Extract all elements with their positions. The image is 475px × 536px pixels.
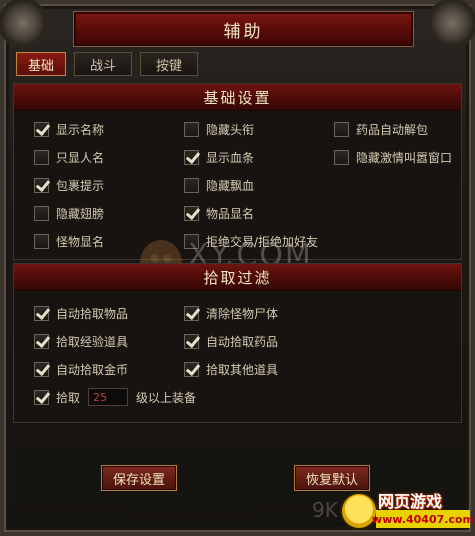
basic-settings-header: 基础设置 bbox=[14, 84, 461, 111]
checkbox[interactable] bbox=[184, 305, 199, 321]
tab-hotkey[interactable]: 按键 bbox=[140, 52, 198, 76]
option-hide-wings[interactable]: 隐藏翅膀 bbox=[34, 204, 104, 222]
option-auto-pickup-potions[interactable]: 自动拾取药品 bbox=[184, 332, 278, 350]
option-show-player-names-only[interactable]: 只显人名 bbox=[34, 148, 104, 166]
option-label: 怪物显名 bbox=[56, 234, 105, 249]
option-pickup-other-items[interactable]: 拾取其他道具 bbox=[184, 360, 278, 378]
option-show-hp-bar[interactable]: 显示血条 bbox=[184, 148, 254, 166]
option-pickup-level-equipment[interactable]: 拾取 级以上装备 bbox=[34, 388, 196, 406]
option-label: 自动拾取物品 bbox=[56, 306, 129, 321]
option-label: 隐藏飘血 bbox=[206, 178, 255, 193]
option-label: 只显人名 bbox=[56, 150, 105, 165]
option-label: 隐藏头衔 bbox=[206, 122, 255, 137]
option-label: 拾取其他道具 bbox=[206, 362, 279, 377]
option-hide-floating-damage[interactable]: 隐藏飘血 bbox=[184, 176, 254, 194]
checkbox[interactable] bbox=[34, 149, 49, 165]
option-label: 包裹提示 bbox=[56, 178, 105, 193]
checkbox[interactable] bbox=[184, 149, 199, 165]
site-badge-url: www.40407.com bbox=[372, 510, 474, 528]
option-label: 自动拾取金币 bbox=[56, 362, 129, 377]
checkbox[interactable] bbox=[34, 361, 49, 377]
pickup-level-input[interactable] bbox=[88, 388, 129, 406]
site-badge-title: 网页游戏 bbox=[378, 492, 443, 511]
site-badge: 网页游戏 www.40407.com bbox=[338, 486, 474, 532]
option-label: 隐藏激情叫嚣窗口 bbox=[356, 150, 453, 165]
option-label: 清除怪物尸体 bbox=[206, 306, 279, 321]
checkbox[interactable] bbox=[334, 121, 349, 137]
checkbox[interactable] bbox=[184, 205, 199, 221]
tab-basic[interactable]: 基础 bbox=[16, 52, 66, 76]
option-auto-unpack-potion[interactable]: 药品自动解包 bbox=[334, 120, 428, 138]
ornament-corner-left bbox=[0, 0, 48, 48]
option-auto-pickup-items[interactable]: 自动拾取物品 bbox=[34, 304, 128, 322]
option-label: 拒绝交易/拒绝加好友 bbox=[206, 234, 319, 249]
ornament-corner-right bbox=[427, 0, 475, 48]
window-title: 辅助 bbox=[223, 21, 264, 42]
checkbox[interactable] bbox=[184, 177, 199, 193]
checkbox[interactable] bbox=[34, 233, 49, 249]
title-bar: 辅助 bbox=[74, 12, 413, 46]
checkbox[interactable] bbox=[34, 177, 49, 193]
option-label: 物品显名 bbox=[206, 206, 255, 221]
option-clear-monster-corpses[interactable]: 清除怪物尸体 bbox=[184, 304, 278, 322]
checkbox[interactable] bbox=[34, 333, 49, 349]
option-label: 隐藏翅膀 bbox=[56, 206, 105, 221]
corner-watermark-text: 9K bbox=[312, 498, 338, 522]
option-pickup-exp-items[interactable]: 拾取经验道具 bbox=[34, 332, 128, 350]
option-hide-shout-window[interactable]: 隐藏激情叫嚣窗口 bbox=[334, 148, 452, 166]
option-label: 拾取经验道具 bbox=[56, 334, 129, 349]
option-label: 显示名称 bbox=[56, 122, 105, 137]
option-bag-alert[interactable]: 包裹提示 bbox=[34, 176, 104, 194]
option-refuse-trade-friend[interactable]: 拒绝交易/拒绝加好友 bbox=[184, 232, 318, 250]
option-show-monster-names[interactable]: 怪物显名 bbox=[34, 232, 104, 250]
pickup-level-prefix: 拾取 bbox=[56, 390, 81, 405]
option-auto-pickup-gold[interactable]: 自动拾取金币 bbox=[34, 360, 128, 378]
tab-combat[interactable]: 战斗 bbox=[74, 52, 132, 76]
checkbox[interactable] bbox=[184, 361, 199, 377]
tab-bar: 基础 战斗 按键 bbox=[16, 52, 198, 76]
checkbox[interactable] bbox=[34, 121, 49, 137]
checkbox[interactable] bbox=[184, 233, 199, 249]
checkbox[interactable] bbox=[34, 389, 49, 405]
pickup-level-suffix: 级以上装备 bbox=[136, 390, 197, 405]
option-label: 显示血条 bbox=[206, 150, 255, 165]
save-settings-button[interactable]: 保存设置 bbox=[101, 465, 177, 491]
checkbox[interactable] bbox=[184, 333, 199, 349]
option-label: 药品自动解包 bbox=[356, 122, 429, 137]
option-show-item-names[interactable]: 物品显名 bbox=[184, 204, 254, 222]
checkbox[interactable] bbox=[34, 305, 49, 321]
checkbox[interactable] bbox=[184, 121, 199, 137]
option-label: 自动拾取药品 bbox=[206, 334, 279, 349]
checkbox[interactable] bbox=[334, 149, 349, 165]
pickup-filter-header: 拾取过滤 bbox=[14, 264, 461, 291]
option-hide-title[interactable]: 隐藏头衔 bbox=[184, 120, 254, 138]
option-show-name[interactable]: 显示名称 bbox=[34, 120, 104, 138]
checkbox[interactable] bbox=[34, 205, 49, 221]
